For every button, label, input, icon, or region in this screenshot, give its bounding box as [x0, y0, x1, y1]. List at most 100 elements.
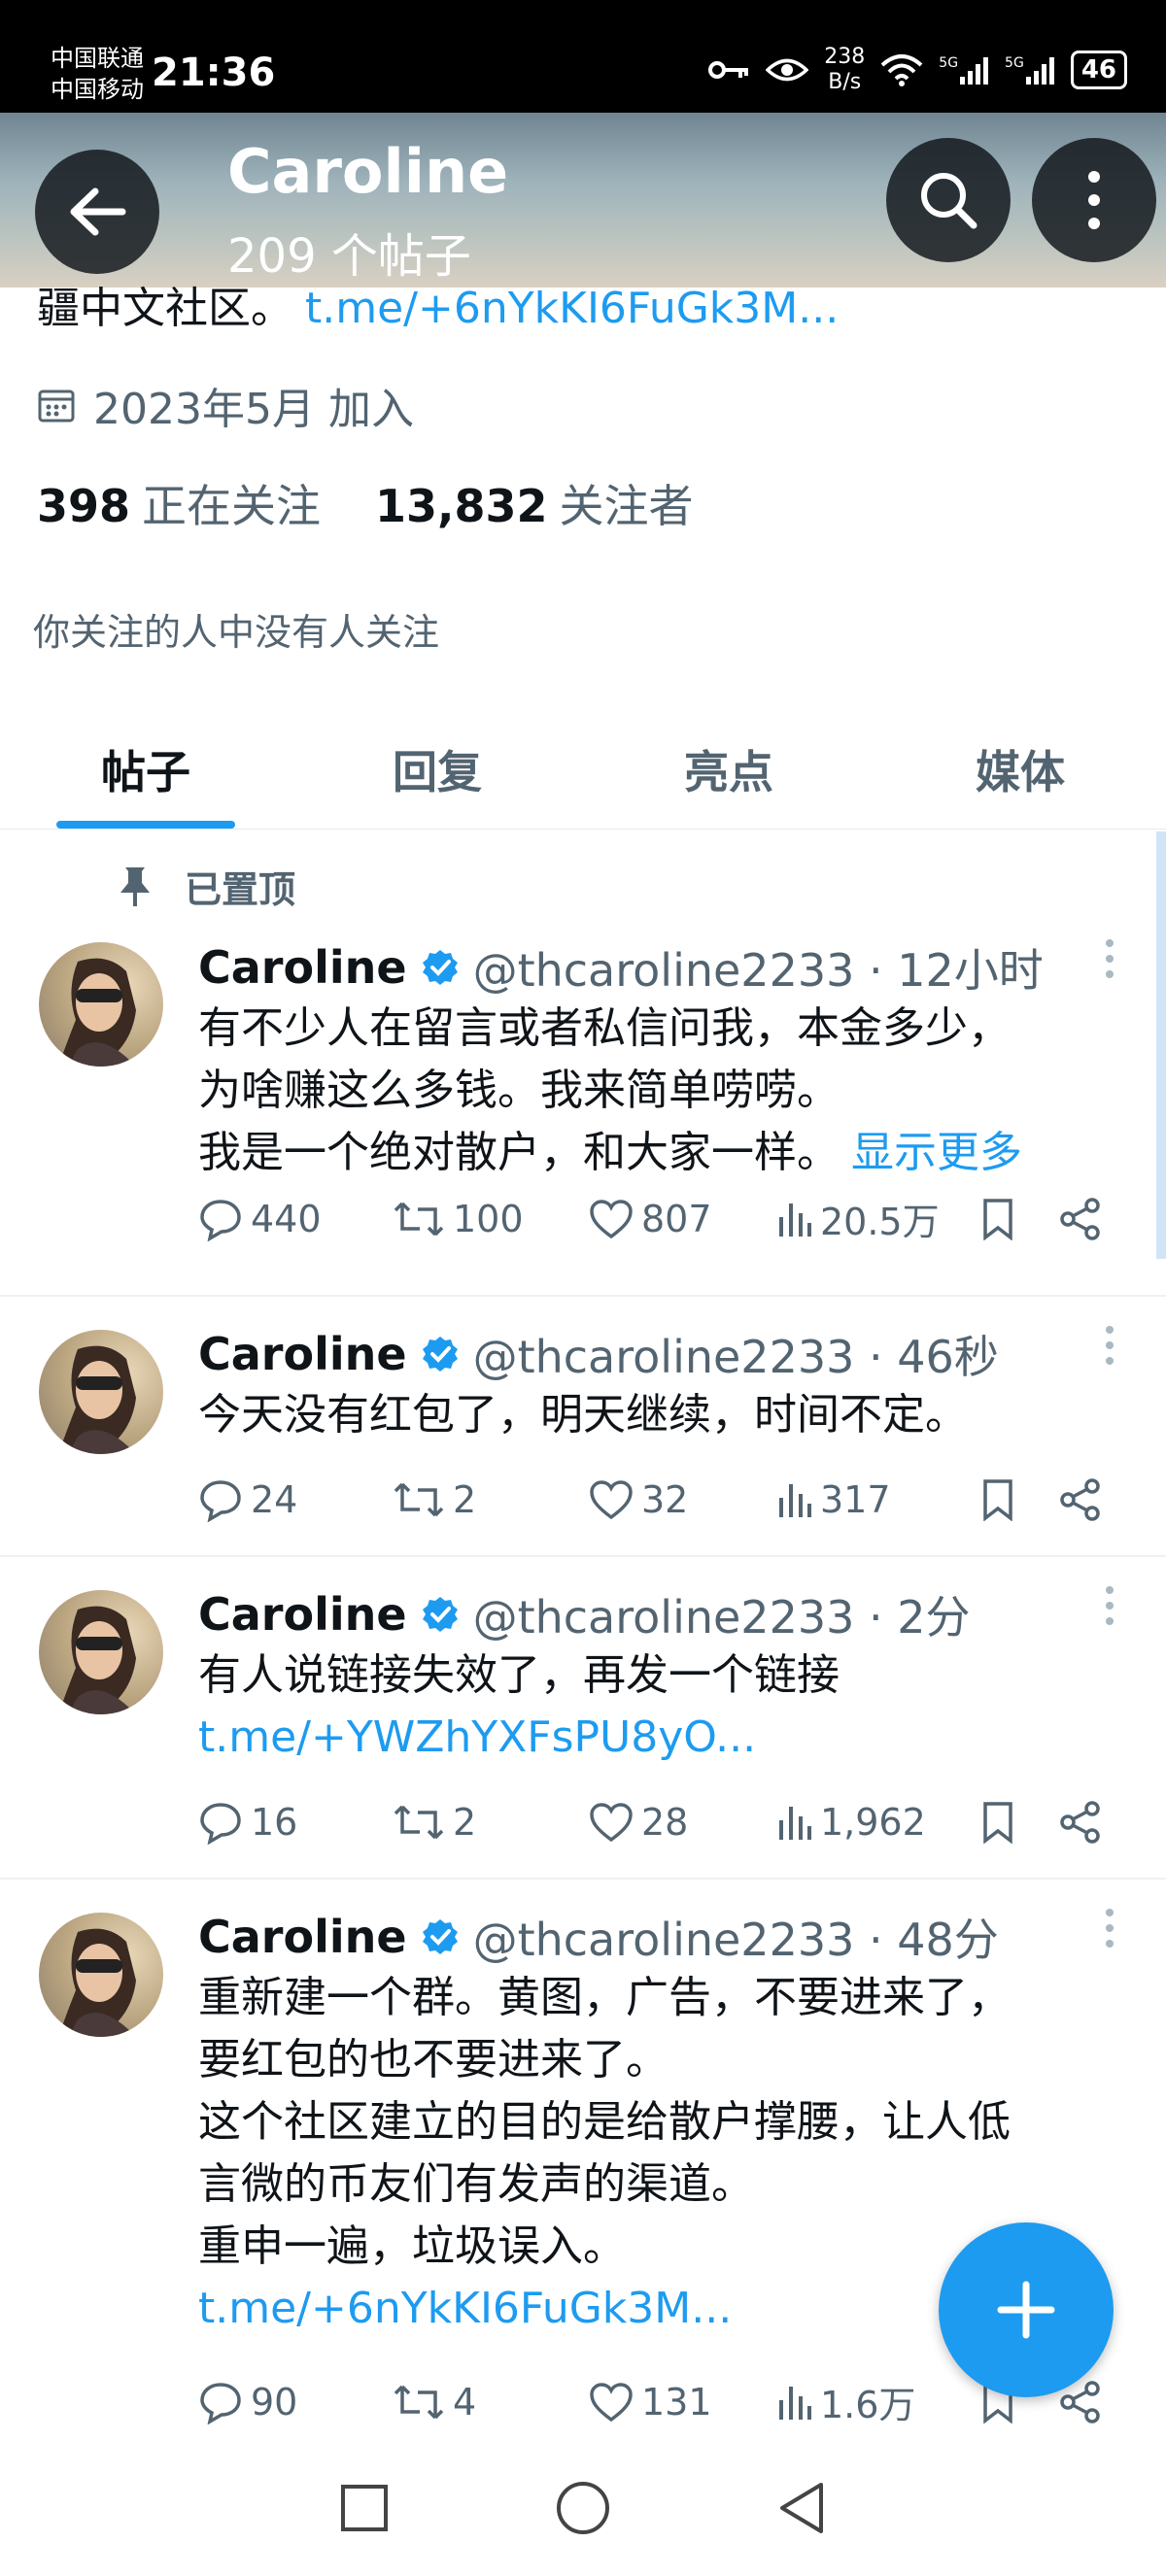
view-count: 1.6万	[820, 2384, 916, 2426]
joined-date: 2023年5月 加入	[37, 374, 414, 436]
post-more-button[interactable]	[1104, 1584, 1115, 1637]
avatar-image	[58, 1928, 136, 2037]
reply-button[interactable]: 440	[198, 1197, 393, 1241]
post-count: 209 个帖子	[227, 229, 471, 284]
reply-button[interactable]: 90	[198, 2380, 393, 2424]
like-button[interactable]: 28	[589, 1801, 777, 1844]
reply-button[interactable]: 16	[198, 1800, 393, 1845]
reply-count: 90	[251, 2380, 298, 2423]
tab-highlights[interactable]: 亮点	[583, 709, 874, 829]
author-name[interactable]: Caroline	[198, 1588, 407, 1641]
views-button[interactable]: 1.6万	[777, 2375, 981, 2428]
post[interactable]: Caroline @thcaroline2233 · 46秒 今天没有红包了，明…	[0, 1297, 1166, 1557]
bookmark-icon	[983, 1802, 1012, 1844]
reply-icon	[200, 1480, 241, 1522]
search-icon	[921, 173, 977, 229]
post-link[interactable]: t.me/+YWZhYXFsPU8yO...	[198, 1707, 1102, 1769]
back-nav-icon[interactable]	[776, 2481, 827, 2535]
more-options-button[interactable]	[1032, 138, 1156, 262]
show-more-link[interactable]: 显示更多	[851, 1128, 1022, 1177]
pin-icon	[120, 866, 150, 906]
home-icon[interactable]	[555, 2480, 611, 2536]
views-button[interactable]: 20.5万	[777, 1192, 981, 1245]
system-nav-bar	[0, 2440, 1166, 2576]
repost-button[interactable]: 4	[393, 2381, 589, 2423]
tab-media[interactable]: 媒体	[874, 709, 1166, 829]
bookmark-button[interactable]	[981, 1801, 1059, 1844]
share-button[interactable]	[1059, 1197, 1102, 1240]
avatar-image	[58, 1345, 136, 1454]
like-button[interactable]: 807	[589, 1198, 777, 1240]
followers-link[interactable]: 13,832 关注者	[375, 471, 694, 535]
signal-strength-2: 5G	[1005, 55, 1055, 85]
reply-button[interactable]: 24	[198, 1477, 393, 1522]
view-count: 20.5万	[820, 1201, 940, 1243]
views-chart-icon	[779, 1484, 811, 1517]
author-name[interactable]: Caroline	[198, 1911, 407, 1963]
share-icon	[1060, 1478, 1100, 1521]
post-more-button[interactable]	[1104, 1324, 1115, 1376]
share-icon	[1060, 1197, 1100, 1240]
tab-replies[interactable]: 回复	[292, 709, 583, 829]
post-more-button[interactable]	[1104, 1907, 1115, 1959]
author-handle-time: @thcaroline2233 · 46秒	[472, 1331, 999, 1383]
avatar[interactable]	[39, 942, 163, 1067]
joined-text: 2023年5月 加入	[93, 385, 414, 434]
like-count: 28	[641, 1801, 689, 1844]
post-more-button[interactable]	[1104, 937, 1115, 990]
author-name[interactable]: Caroline	[198, 1328, 407, 1380]
network-speed: 238 B/s	[824, 45, 865, 95]
eye-icon	[766, 58, 809, 82]
like-count: 32	[641, 1478, 689, 1521]
post-header: Caroline @thcaroline2233 · 48分	[198, 1905, 999, 1969]
repost-button[interactable]: 2	[393, 1478, 589, 1521]
post-pinned[interactable]: 已置顶 Caroline @thcaroline2233 · 12小时 有不少人…	[0, 830, 1166, 1297]
more-vertical-icon	[1106, 1586, 1114, 1625]
status-icons: 238 B/s 5G 5G 46	[707, 45, 1127, 95]
post-line: 我是一个绝对散户，和大家一样。	[198, 1128, 840, 1177]
tab-posts[interactable]: 帖子	[0, 709, 292, 829]
post-line: 言微的币友们有发声的渠道。	[198, 2159, 754, 2209]
avatar[interactable]	[39, 1330, 163, 1454]
post-header: Caroline @thcaroline2233 · 46秒	[198, 1322, 999, 1386]
views-button[interactable]: 1,962	[777, 1801, 981, 1844]
views-button[interactable]: 317	[777, 1478, 981, 1521]
recent-apps-icon[interactable]	[339, 2483, 390, 2533]
repost-button[interactable]: 100	[393, 1198, 589, 1240]
repost-count: 2	[453, 1801, 477, 1844]
reply-count: 24	[251, 1478, 298, 1521]
post-text: 有人说链接失效了，再发一个链接 t.me/+YWZhYXFsPU8yO...	[198, 1644, 1102, 1769]
repost-icon	[394, 1202, 444, 1236]
bookmark-button[interactable]	[981, 1478, 1059, 1521]
profile-tabs: 帖子 回复 亮点 媒体	[0, 709, 1166, 830]
repost-icon	[394, 2385, 444, 2419]
post[interactable]: Caroline @thcaroline2233 · 2分 有人说链接失效了，再…	[0, 1557, 1166, 1880]
heart-icon	[590, 1803, 633, 1843]
bookmark-button[interactable]	[981, 1198, 1059, 1240]
share-button[interactable]	[1059, 1801, 1102, 1844]
view-count: 317	[820, 1478, 891, 1521]
like-count: 131	[641, 2380, 712, 2423]
compose-post-button[interactable]	[939, 2222, 1114, 2397]
bio-link[interactable]: t.me/+6nYkKI6FuGk3M...	[305, 284, 839, 333]
search-button[interactable]	[886, 138, 1011, 262]
post-line: 有不少人在留言或者私信问我，本金多少，	[198, 1003, 1011, 1053]
back-button[interactable]	[35, 150, 159, 274]
like-button[interactable]: 32	[589, 1478, 777, 1521]
repost-button[interactable]: 2	[393, 1801, 589, 1844]
post-line: 要红包的也不要进来了。	[198, 2035, 669, 2085]
verified-badge-icon	[422, 1337, 458, 1372]
heart-icon	[590, 2382, 633, 2422]
repost-count: 2	[453, 1478, 477, 1521]
following-link[interactable]: 398 正在关注	[37, 471, 321, 535]
arrow-left-icon	[70, 187, 126, 236]
more-vertical-icon	[1106, 1326, 1114, 1365]
like-button[interactable]: 131	[589, 2381, 777, 2423]
avatar[interactable]	[39, 1913, 163, 2037]
carrier-2: 中国移动	[51, 76, 144, 103]
signal-label-1: 5G	[939, 55, 959, 71]
author-name[interactable]: Caroline	[198, 941, 407, 994]
share-button[interactable]	[1059, 1478, 1102, 1521]
avatar[interactable]	[39, 1590, 163, 1714]
post-actions: 90 4 131 1.6万	[198, 2375, 1108, 2428]
